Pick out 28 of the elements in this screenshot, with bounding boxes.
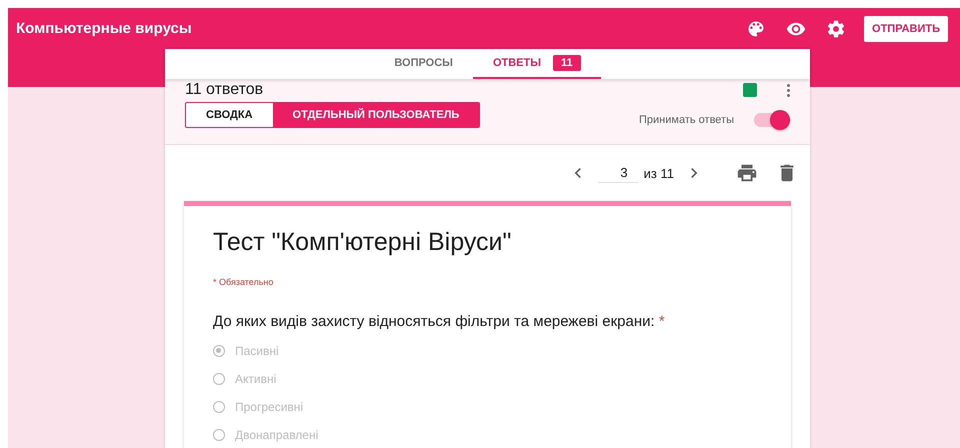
radio-button[interactable] [213, 401, 225, 413]
required-mark: * [658, 313, 665, 330]
question-text: До яких видів захисту відносяться фільтри та мережеві екрани: [213, 313, 655, 330]
option-label: Прогресивні [235, 400, 304, 414]
more-icon[interactable] [787, 84, 790, 96]
tab[interactable]: ВОПРОСЫ [374, 49, 473, 79]
radio-button[interactable] [213, 345, 225, 357]
radio-button[interactable] [213, 373, 225, 385]
accepting-switch[interactable] [754, 113, 788, 127]
view-toggle[interactable]: ОТДЕЛЬНЫЙ ПОЛЬЗОВАТЕЛЬ [272, 103, 480, 127]
app-title: Компьютерные вирусы [16, 20, 193, 37]
form-title: Тест "Комп'ютерні Віруси" [213, 228, 512, 257]
page-total: из 11 [644, 166, 674, 180]
palette-icon[interactable] [746, 18, 766, 38]
radio-button[interactable] [213, 429, 225, 441]
count-badge: 11 [553, 55, 581, 71]
required-note: * Обязательно [213, 277, 274, 287]
send-button[interactable]: ОТПРАВИТЬ [864, 16, 948, 42]
option-label: Двонаправлені [235, 428, 318, 442]
option-label: Активні [235, 372, 276, 386]
tab-label: ОТВЕТЫ [492, 57, 541, 69]
print-icon[interactable] [736, 162, 758, 184]
page-field[interactable]: 3 [598, 163, 638, 183]
view-toggle[interactable]: СВОДКА [186, 103, 273, 127]
accepting-label: Принимать ответы [639, 114, 734, 126]
responses-count: 11 ответов [185, 81, 264, 99]
option-label: Пасивні [235, 344, 279, 358]
settings-icon[interactable] [826, 18, 846, 38]
